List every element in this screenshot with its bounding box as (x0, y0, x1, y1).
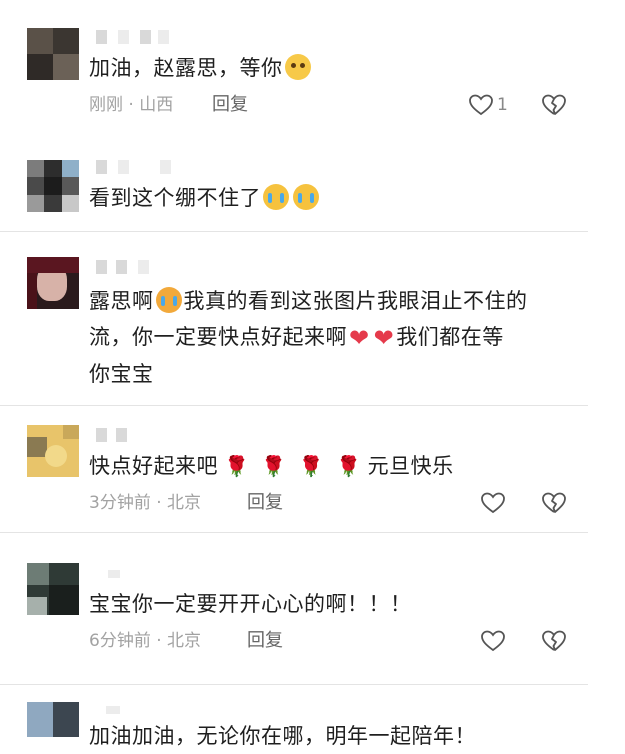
crying-face-icon (293, 184, 319, 210)
heart-outline-icon (469, 94, 493, 116)
comment-text: 加油，赵露思，等你 (89, 50, 579, 86)
reply-button[interactable]: 回复 (247, 629, 283, 653)
broken-heart-icon (542, 94, 566, 115)
dislike-button[interactable] (541, 491, 567, 515)
heart-outline-icon (481, 492, 505, 514)
avatar[interactable] (27, 28, 79, 80)
like-button[interactable] (480, 491, 506, 515)
like-button[interactable] (468, 93, 494, 117)
reply-button[interactable]: 回复 (212, 93, 248, 117)
comment-text: 露思啊 我真的看到这张图片我眼泪止不住的 流，你一定要快点好起来啊❤ ❤我们都在等 … (89, 287, 528, 386)
pleading-face-icon (284, 54, 311, 80)
username-blurred[interactable] (96, 566, 186, 582)
comment-text: 快点好起来吧 🌹 🌹 🌹 🌹 元旦快乐 (89, 454, 454, 478)
meta-separator: · (156, 631, 162, 651)
username-blurred[interactable] (96, 160, 186, 176)
comment-location: 北京 (167, 493, 202, 513)
comment-text: 看到这个绷不住了 (89, 180, 579, 216)
red-heart-icon: ❤ (373, 324, 395, 352)
comment-time: 3分钟前 (89, 493, 151, 513)
divider (0, 405, 588, 406)
heart-outline-icon (481, 630, 505, 652)
rose-icon: 🌹 (261, 454, 287, 478)
comment-meta: 6分钟前 · 北京 (89, 629, 201, 653)
red-heart-icon: ❤ (349, 324, 370, 352)
comment-list-screen: { "comments": [ { "text_parts": ["加油，赵露思… (0, 0, 625, 748)
dislike-button[interactable] (541, 93, 567, 117)
avatar[interactable] (27, 425, 79, 477)
broken-heart-icon (542, 630, 566, 651)
comment-location: 北京 (167, 631, 202, 651)
broken-heart-icon (542, 492, 566, 513)
comment-location: 山西 (139, 95, 174, 115)
divider (0, 231, 588, 232)
username-blurred[interactable] (96, 260, 186, 276)
dislike-button[interactable] (541, 629, 567, 653)
avatar[interactable] (27, 160, 79, 212)
meta-separator: · (128, 95, 134, 115)
rose-icon: 🌹 (336, 454, 362, 478)
username-blurred[interactable] (96, 428, 186, 444)
loudly-crying-face-icon (155, 287, 182, 313)
avatar[interactable] (27, 257, 79, 309)
comment-meta: 刚刚 · 山西 (89, 93, 173, 117)
rose-icon: 🌹 (298, 454, 325, 478)
like-count: 1 (497, 95, 508, 115)
comment-text: 宝宝你一定要开开心心的啊！！！ (89, 592, 412, 616)
like-button[interactable] (480, 629, 506, 653)
comment-time: 6分钟前 (89, 631, 151, 651)
rose-icon: 🌹 (224, 454, 250, 478)
reply-button[interactable]: 回复 (247, 491, 283, 515)
divider (0, 684, 588, 685)
comment-meta: 3分钟前 · 北京 (89, 491, 201, 515)
avatar[interactable] (27, 702, 79, 754)
comment-text: 加油加油，无论你在哪，明年一起陪年！ (89, 724, 476, 748)
crying-face-icon (263, 184, 289, 210)
avatar[interactable] (27, 563, 79, 615)
divider (0, 532, 588, 533)
username-blurred[interactable] (96, 30, 186, 46)
comment-time: 刚刚 (89, 95, 123, 115)
meta-separator: · (156, 493, 162, 513)
